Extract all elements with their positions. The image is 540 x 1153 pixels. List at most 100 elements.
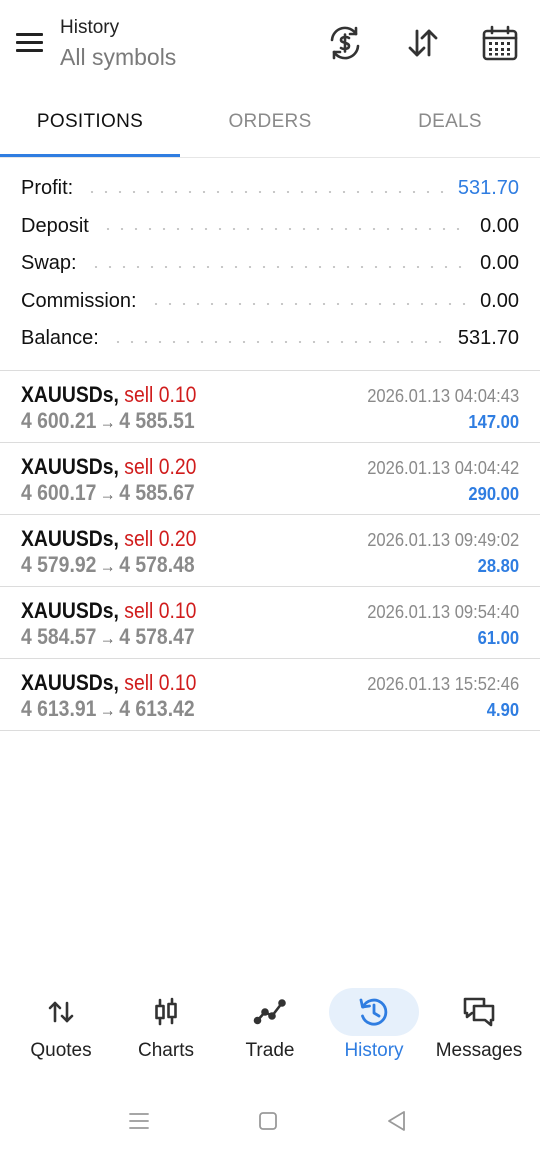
position-title: XAUUSDs, sell 0.10 [21, 670, 196, 696]
position-title: XAUUSDs, sell 0.10 [21, 598, 196, 624]
nav-quotes[interactable]: Quotes [8, 980, 114, 1070]
position-time: 2026.01.13 09:49:02 [367, 530, 519, 550]
summary-value: 0.00 [480, 214, 519, 237]
summary-value: 0.00 [480, 252, 519, 275]
close-price: 4 585.51 [119, 408, 195, 433]
position-title: XAUUSDs, sell 0.20 [21, 454, 196, 480]
position-side: sell 0.20 [124, 454, 197, 479]
position-time: 2026.01.13 09:54:40 [367, 602, 519, 622]
symbol-filter-label[interactable]: All symbols [60, 44, 176, 71]
hamburger-line [16, 33, 43, 36]
summary-panel: Profit: 531.70 Deposit 0.00 Swap: 0.00 C… [0, 170, 540, 358]
position-prices: 4 584.57 → 4 578.47 [21, 624, 195, 650]
summary-label: Profit: [21, 177, 74, 200]
position-symbol: XAUUSDs, [21, 526, 119, 551]
close-price: 4 578.47 [119, 624, 195, 649]
hamburger-line [16, 49, 43, 52]
close-price: 4 585.67 [119, 480, 195, 505]
open-price: 4 600.17 [21, 480, 97, 505]
menu-button[interactable] [14, 30, 46, 58]
nav-charts[interactable]: Charts [114, 980, 218, 1070]
position-side: sell 0.10 [124, 382, 197, 407]
summary-label: Balance: [21, 327, 99, 350]
summary-value: 531.70 [457, 327, 519, 350]
tab-orders[interactable]: ORDERS [180, 96, 360, 154]
close-price: 4 613.42 [119, 696, 195, 721]
position-row[interactable]: XAUUSDs, sell 0.10 4 584.57 → 4 578.47 202… [0, 587, 540, 659]
sort-icon[interactable] [404, 24, 442, 62]
tab-deals[interactable]: DEALS [360, 96, 540, 154]
position-prices: 4 600.21 → 4 585.51 [21, 408, 195, 434]
leader-dots [148, 303, 469, 306]
position-profit: 28.80 [477, 556, 519, 576]
position-profit: 147.00 [468, 412, 519, 432]
summary-value: 0.00 [480, 289, 519, 312]
nav-history[interactable]: History [322, 980, 426, 1070]
position-row[interactable]: XAUUSDs, sell 0.10 4 613.91 → 4 613.42 202… [0, 659, 540, 731]
leader-dots [88, 265, 469, 268]
nav-label: History [344, 1040, 404, 1061]
recent-apps-icon[interactable] [124, 1106, 154, 1136]
summary-row-profit: Profit: 531.70 [0, 170, 540, 208]
position-symbol: XAUUSDs, [21, 598, 119, 623]
arrow-right-icon: → [99, 556, 116, 576]
summary-label: Deposit [21, 214, 89, 237]
nav-messages[interactable]: Messages [426, 980, 532, 1070]
summary-row-swap: Swap: 0.00 [0, 245, 540, 283]
summary-label: Commission: [21, 289, 137, 312]
summary-row-commission: Commission: 0.00 [0, 283, 540, 321]
page-title: History [60, 17, 120, 38]
summary-label: Swap: [21, 252, 77, 275]
position-prices: 4 579.92 → 4 578.48 [21, 552, 195, 578]
nav-trade[interactable]: Trade [218, 980, 322, 1070]
open-price: 4 600.21 [21, 408, 97, 433]
position-symbol: XAUUSDs, [21, 670, 119, 695]
nav-label: Trade [245, 1040, 295, 1061]
trade-icon [225, 988, 315, 1036]
position-side: sell 0.10 [124, 598, 197, 623]
leader-dots [100, 228, 469, 231]
position-symbol: XAUUSDs, [21, 382, 119, 407]
open-price: 4 584.57 [21, 624, 97, 649]
history-icon [329, 988, 419, 1036]
position-profit: 4.90 [486, 700, 519, 720]
position-row[interactable]: XAUUSDs, sell 0.20 4 579.92 → 4 578.48 202… [0, 515, 540, 587]
position-title: XAUUSDs, sell 0.20 [21, 526, 196, 552]
nav-label: Quotes [30, 1040, 92, 1061]
hamburger-line [16, 41, 43, 44]
arrow-right-icon: → [99, 628, 116, 648]
positions-list: XAUUSDs, sell 0.10 4 600.21 → 4 585.51 202… [0, 371, 540, 731]
position-row[interactable]: XAUUSDs, sell 0.10 4 600.21 → 4 585.51 202… [0, 371, 540, 443]
charts-icon [121, 988, 211, 1036]
tabs-divider [0, 157, 540, 158]
summary-row-deposit: Deposit 0.00 [0, 208, 540, 246]
position-profit: 290.00 [468, 484, 519, 504]
leader-dots [110, 340, 446, 343]
position-side: sell 0.10 [124, 670, 197, 695]
nav-label: Charts [138, 1040, 194, 1061]
calendar-icon[interactable] [481, 24, 519, 62]
position-row[interactable]: XAUUSDs, sell 0.20 4 600.17 → 4 585.67 202… [0, 443, 540, 515]
position-time: 2026.01.13 04:04:43 [367, 386, 519, 406]
position-time: 2026.01.13 15:52:46 [367, 674, 519, 694]
system-navigation-bar [0, 1090, 540, 1153]
position-title: XAUUSDs, sell 0.10 [21, 382, 196, 408]
arrow-right-icon: → [99, 484, 116, 504]
quotes-icon [16, 988, 106, 1036]
position-time: 2026.01.13 04:04:42 [367, 458, 519, 478]
back-icon[interactable] [382, 1106, 412, 1136]
summary-row-balance: Balance: 531.70 [0, 320, 540, 358]
app-header: History All symbols [0, 0, 540, 88]
nav-label: Messages [435, 1040, 523, 1061]
position-profit: 61.00 [477, 628, 519, 648]
close-price: 4 578.48 [119, 552, 195, 577]
position-symbol: XAUUSDs, [21, 454, 119, 479]
arrow-right-icon: → [99, 412, 116, 432]
messages-icon [434, 988, 524, 1036]
bottom-navigation: Quotes Charts Trade History Messages [0, 980, 540, 1070]
history-tabs: POSITIONS ORDERS DEALS [0, 96, 540, 158]
arrow-right-icon: → [99, 700, 116, 720]
tab-positions[interactable]: POSITIONS [0, 96, 180, 154]
currency-exchange-icon[interactable] [326, 24, 364, 62]
home-icon[interactable] [253, 1106, 283, 1136]
